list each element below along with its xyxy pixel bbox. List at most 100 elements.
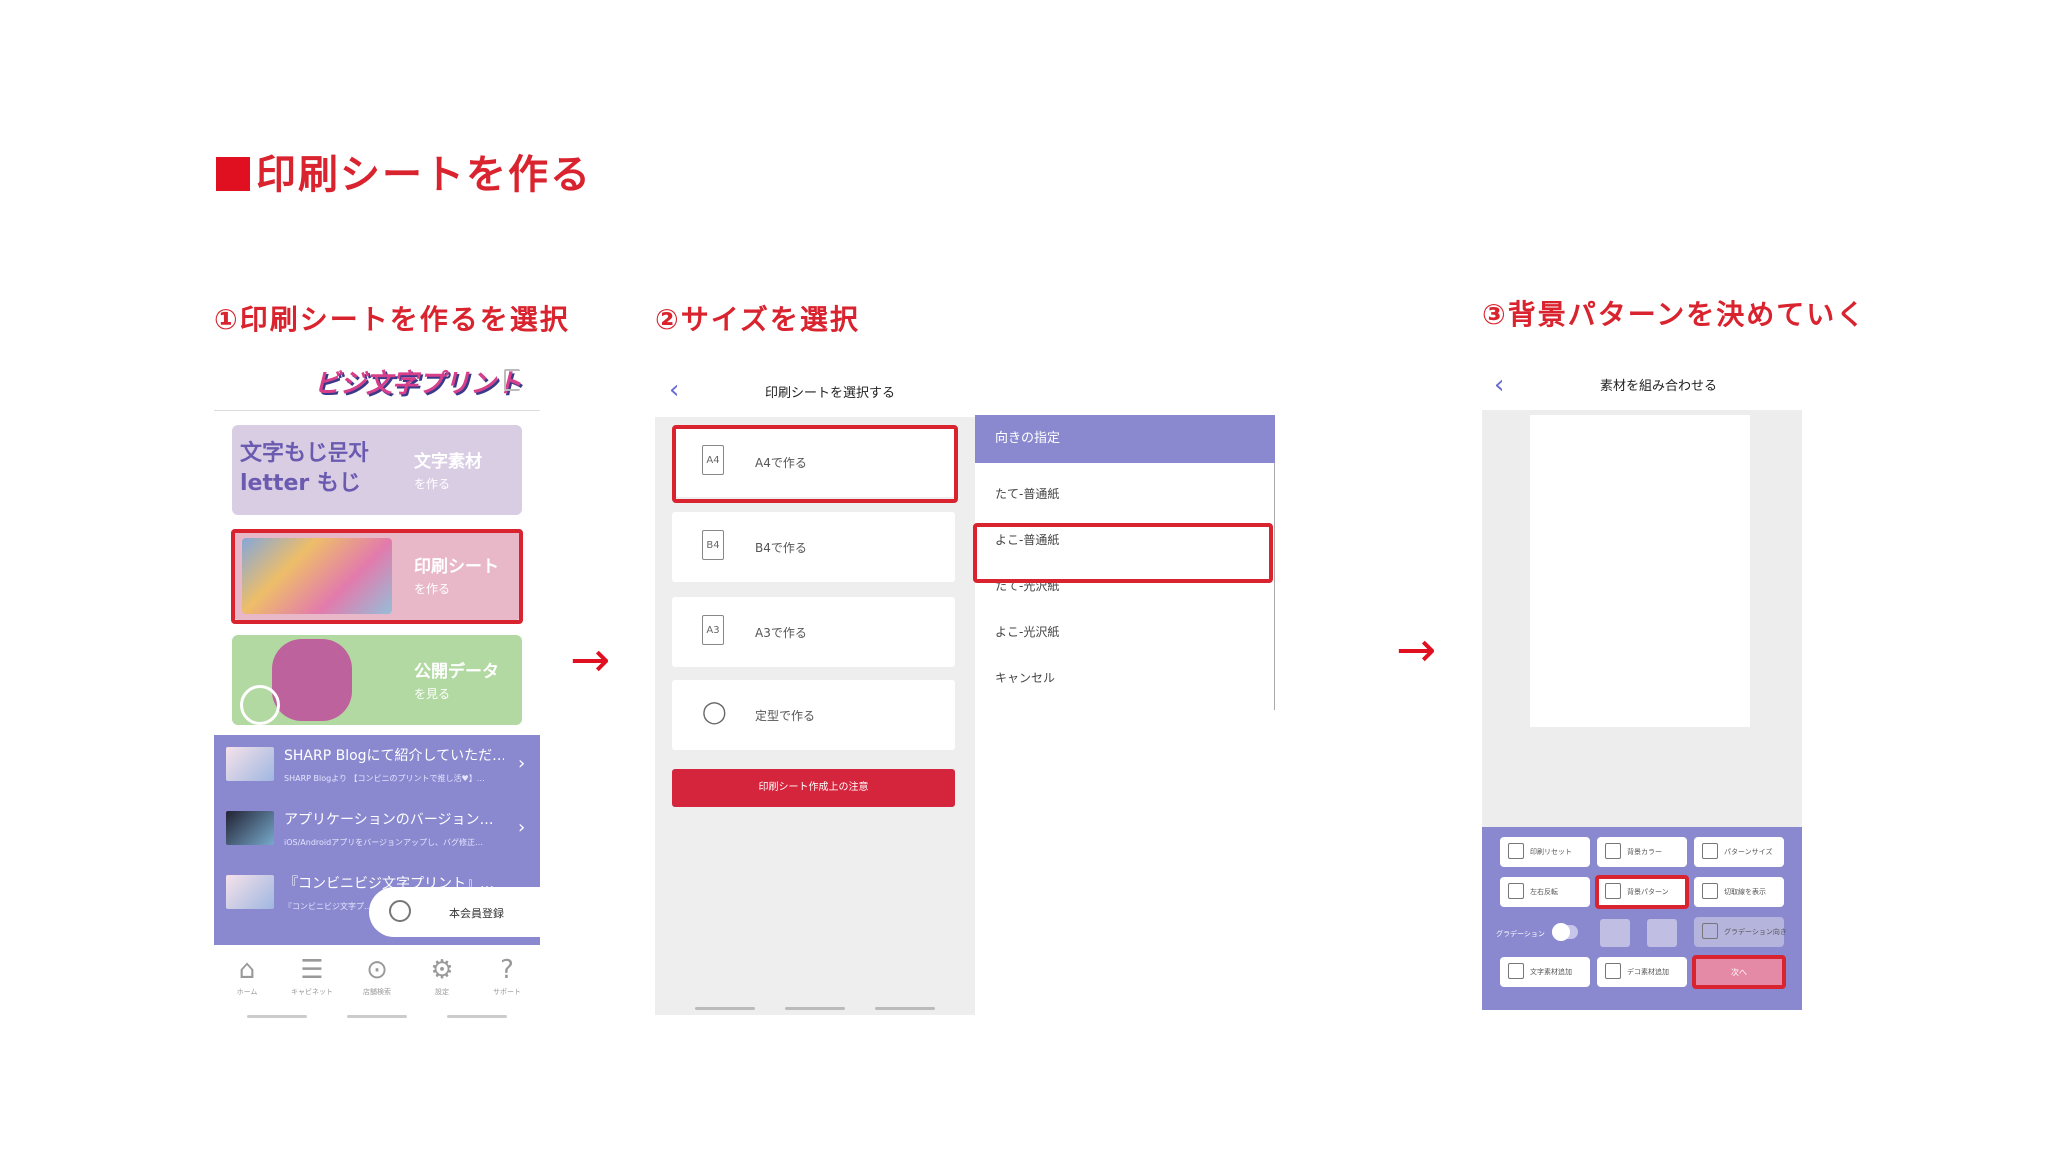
card-title: 文字素材: [414, 452, 482, 472]
highlight-box: [672, 425, 958, 503]
step-2-label: ②サイズを選択: [655, 303, 860, 336]
highlight-box: [1595, 875, 1689, 909]
nav-bar: ‹ 素材を組み合わせる: [1482, 360, 1802, 410]
canvas-area: [1482, 410, 1802, 827]
home-indicator: [695, 1007, 755, 1010]
option-landscape-glossy[interactable]: よこ-光沢紙: [995, 623, 1059, 640]
flip-icon: [1508, 883, 1524, 899]
letter-deco-text: 文字もじ문자 letter もじ: [240, 441, 369, 496]
tab-label: 店舗検索: [363, 988, 391, 996]
page-title-text: 印刷シートを作る: [256, 152, 592, 198]
step-3-label: ③背景パターンを決めていく: [1482, 298, 1867, 331]
list-item[interactable]: アプリケーションのバージョン… iOS/Androidアプリをバージョンアップし…: [226, 803, 526, 861]
text-icon: [1508, 963, 1524, 979]
gear-icon: ⚙: [430, 955, 454, 985]
diagonal-arrow-icon: [1702, 923, 1718, 939]
grid-icon: [1702, 843, 1718, 859]
member-register-button[interactable]: 本会員登録: [369, 887, 540, 937]
gradation-label: グラデーション: [1496, 930, 1545, 938]
tab-cabinet[interactable]: ☰ キャビネット: [282, 953, 342, 997]
size-option-fixed[interactable]: ◯ 定型で作る: [672, 680, 955, 750]
option-cancel[interactable]: キャンセル: [995, 669, 1055, 686]
size-option-b4[interactable]: B4 B4で作る: [672, 512, 955, 582]
home-indicator: [347, 1015, 407, 1018]
tab-bar: ⌂ ホーム ☰ キャビネット ⊙ 店舗検索 ⚙ 設定 ? サポート: [214, 945, 540, 1025]
card-subtitle: を作る: [414, 477, 451, 491]
tab-store-search[interactable]: ⊙ 店舗検索: [347, 953, 407, 997]
list-item[interactable]: SHARP Blogにて紹介していただ… SHARP Blogより 【コンビニの…: [226, 739, 526, 797]
public-data-image: [272, 639, 352, 721]
arrow-right-icon: →: [570, 632, 611, 688]
step-1-label: ①印刷シートを作るを選択: [214, 303, 570, 336]
help-icon: ?: [500, 955, 514, 985]
back-icon[interactable]: ‹: [1494, 372, 1504, 398]
cabinet-icon: ☰: [300, 955, 324, 985]
print-reset-button[interactable]: 印刷リセット: [1500, 837, 1590, 867]
size-option-a3[interactable]: A3 A3で作る: [672, 597, 955, 667]
paint-bucket-icon: [1605, 843, 1621, 859]
tool-label: デコ素材追加: [1627, 968, 1669, 976]
print-sheet-preview[interactable]: [1530, 415, 1750, 727]
cut-line-button[interactable]: 切取線を表示: [1694, 877, 1784, 907]
gradation-toggle[interactable]: [1552, 923, 1578, 941]
home-icon: ⌂: [238, 955, 256, 985]
arrow-right-icon: →: [1396, 622, 1437, 678]
sheet-title: 向きの指定: [975, 415, 1275, 463]
size-label: A3で作る: [755, 626, 807, 640]
red-square-icon: [216, 157, 250, 191]
gradation-end-icon[interactable]: [1647, 919, 1677, 947]
tool-label: 左右反転: [1530, 888, 1558, 896]
cloud-icon: [1605, 963, 1621, 979]
paper-a3-icon: A3: [702, 615, 724, 645]
mirror-button[interactable]: 左右反転: [1500, 877, 1590, 907]
nav-title: 印刷シートを選択する: [765, 386, 896, 401]
card-letter-material[interactable]: 文字もじ문자 letter もじ 文字素材 を作る: [232, 425, 522, 515]
tab-home[interactable]: ⌂ ホーム: [217, 953, 277, 997]
card-public-data[interactable]: 公開データ を見る: [232, 635, 522, 725]
member-register-label: 本会員登録: [449, 907, 504, 920]
news-title: SHARP Blogにて紹介していただ…: [284, 748, 504, 764]
add-user-icon: [389, 900, 411, 922]
gradation-direction-button[interactable]: グラデーション向き: [1694, 917, 1787, 947]
add-text-button[interactable]: 文字素材追加: [1500, 957, 1590, 987]
home-screen: ビジ文字プリント 文字もじ문자 letter もじ 文字素材 を作る 印刷シート…: [214, 355, 540, 1025]
nav-title: 素材を組み合わせる: [1600, 379, 1718, 394]
bg-color-button[interactable]: 背景カラー: [1597, 837, 1687, 867]
add-deco-button[interactable]: デコ素材追加: [1597, 957, 1687, 987]
size-select-screen: ‹ 印刷シートを選択する A4 A4で作る B4 B4で作る A3 A3で作る …: [655, 365, 1275, 1015]
tool-label: 印刷リセット: [1530, 848, 1572, 856]
home-indicator: [247, 1015, 307, 1018]
news-title: アプリケーションのバージョン…: [284, 812, 494, 828]
print-notice-button[interactable]: 印刷シート作成上の注意: [672, 769, 955, 807]
gradation-start-icon[interactable]: [1600, 919, 1630, 947]
tab-support[interactable]: ? サポート: [477, 953, 537, 997]
home-indicator: [785, 1007, 845, 1010]
chevron-right-icon: ›: [518, 817, 526, 838]
tab-label: ホーム: [236, 988, 258, 996]
globe-icon: [240, 685, 280, 725]
size-label: 定型で作る: [755, 709, 816, 723]
nav-bar: ‹ 印刷シートを選択する: [655, 365, 975, 415]
highlight-box: [1692, 955, 1786, 989]
tool-label: 文字素材追加: [1530, 968, 1572, 976]
tool-label: パターンサイズ: [1724, 848, 1773, 856]
size-label: B4で作る: [755, 541, 807, 555]
tab-label: サポート: [493, 988, 521, 996]
tab-label: 設定: [435, 988, 449, 996]
card-title: 公開データ: [414, 662, 499, 682]
compose-screen: ‹ 素材を組み合わせる 印刷リセット 背景カラー パターンサイズ 左右反転 背景…: [1482, 360, 1802, 1010]
news-subtitle: iOS/Androidアプリをバージョンアップし、バグ修正…: [284, 838, 484, 847]
back-icon[interactable]: ‹: [669, 377, 679, 403]
fan-icon: ◯: [702, 700, 727, 725]
size-list: A4 A4で作る B4 B4で作る A3 A3で作る ◯ 定型で作る 印刷シート…: [655, 417, 975, 1015]
logout-icon[interactable]: [504, 369, 520, 391]
tab-settings[interactable]: ⚙ 設定: [412, 953, 472, 997]
home-indicator: [875, 1007, 935, 1010]
pattern-size-button[interactable]: パターンサイズ: [1694, 837, 1784, 867]
tab-label: キャビネット: [291, 988, 333, 996]
home-indicator: [447, 1015, 507, 1018]
option-portrait-plain[interactable]: たて-普通紙: [995, 485, 1059, 502]
reset-icon: [1508, 843, 1524, 859]
news-thumbnail: [226, 875, 274, 909]
highlight-box: [973, 523, 1273, 583]
